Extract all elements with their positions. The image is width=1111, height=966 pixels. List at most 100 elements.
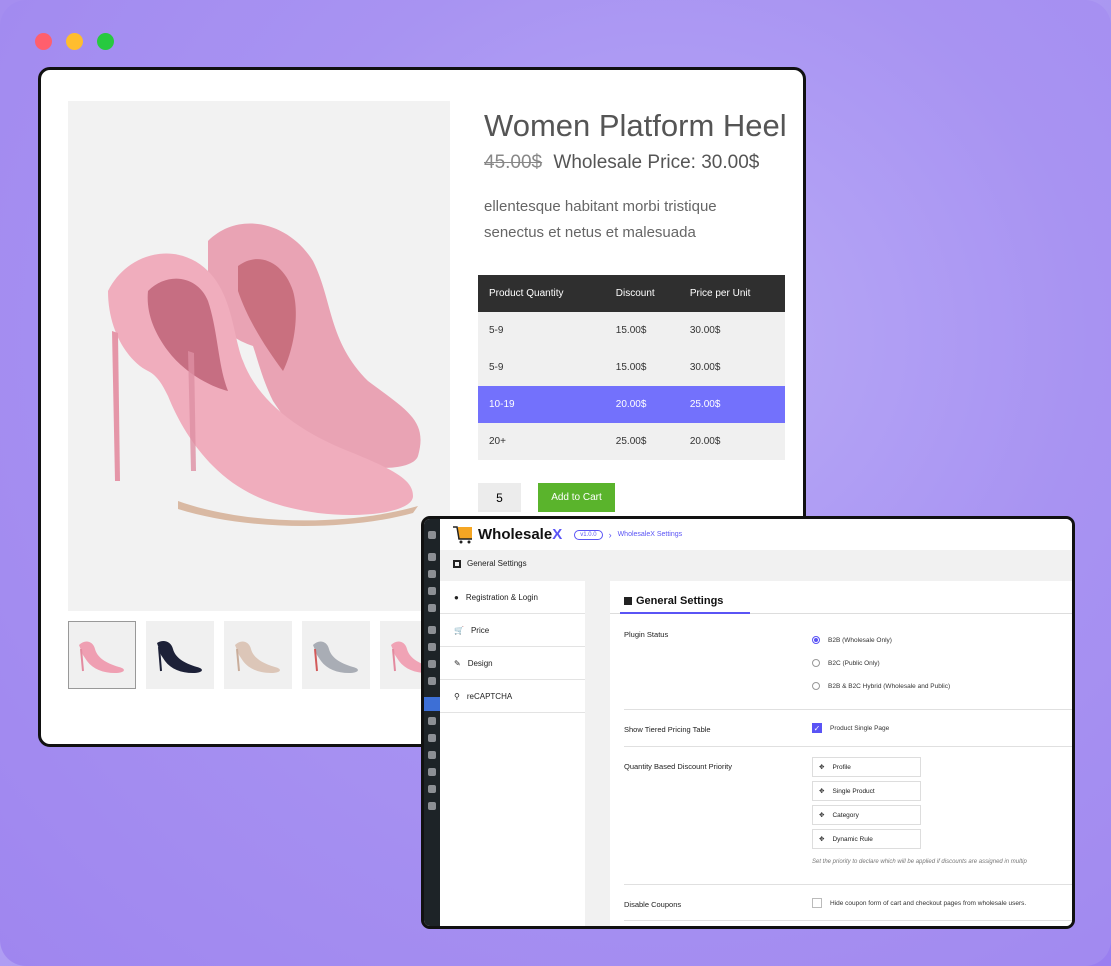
cart-icon: 🛒 [454, 625, 464, 635]
table-row: 5-9 15.00$ 30.00$ [478, 312, 785, 349]
divider [624, 920, 1072, 921]
checkbox-label: Product Single Page [830, 724, 890, 732]
appearance-icon[interactable] [428, 717, 436, 725]
thumbnail-beige-heel[interactable] [224, 621, 292, 689]
settings-grid-icon [453, 559, 461, 568]
thumbnail-strip [68, 621, 448, 689]
priority-label: Quantity Based Discount Priority [624, 762, 732, 771]
priority-item-label: Dynamic Rule [832, 835, 873, 843]
brand-name: WholesaleX [478, 526, 562, 543]
radio-b2c[interactable]: B2C (Public Only) [812, 659, 880, 667]
price-line: 45.00$ Wholesale Price: 30.00$ [484, 152, 759, 174]
product-description: ellentesque habitant morbi tristique sen… [484, 198, 717, 241]
checkbox-unchecked[interactable] [812, 898, 822, 908]
woo-icon[interactable] [428, 626, 436, 634]
product-main-image [68, 101, 450, 611]
product-title: Women Platform Heel [484, 108, 787, 143]
checkbox-label: Hide coupon form of cart and checkout pa… [830, 899, 1027, 907]
users-icon[interactable] [428, 751, 436, 759]
table-cell: 5-9 [478, 312, 605, 349]
table-cell: 5-9 [478, 349, 605, 386]
play-icon[interactable] [428, 802, 436, 810]
drag-handle-icon[interactable]: ✥ [819, 787, 824, 795]
window-close-dot[interactable] [35, 33, 52, 50]
dashboard-icon[interactable] [428, 531, 436, 539]
table-cell: 20.00$ [678, 423, 785, 460]
divider [624, 746, 1072, 747]
pin-icon[interactable] [428, 553, 436, 561]
window-maximize-dot[interactable] [97, 33, 114, 50]
table-row: 5-9 15.00$ 30.00$ [478, 349, 785, 386]
sidebar-item-price[interactable]: 🛒 Price [440, 614, 585, 647]
sidebar-item-recaptcha[interactable]: ⚲ reCAPTCHA [440, 680, 585, 713]
active-tab-indicator [620, 612, 750, 614]
thumbnail-pink-heel[interactable] [68, 621, 136, 689]
drag-handle-icon[interactable]: ✥ [819, 835, 824, 843]
sidebar-item-design[interactable]: ✎ Design [440, 647, 585, 680]
table-cell: 15.00$ [604, 349, 679, 386]
table-cell: 20.00$ [604, 386, 679, 423]
priority-item-label: Single Product [832, 787, 875, 795]
coupons-option[interactable]: Hide coupon form of cart and checkout pa… [812, 898, 1026, 908]
panel-title: General Settings [624, 595, 723, 607]
radio-b2b[interactable]: B2B (Wholesale Only) [812, 636, 892, 644]
radio-label: B2C (Public Only) [828, 659, 880, 667]
priority-item-single-product[interactable]: ✥ Single Product [812, 781, 921, 801]
panel-title-text: General Settings [636, 595, 724, 607]
table-row-highlighted: 10-19 20.00$ 25.00$ [478, 386, 785, 423]
brush-icon: ✎ [454, 658, 461, 668]
coupons-label: Disable Coupons [624, 900, 682, 909]
wholesale-price: Wholesale Price: 30.00$ [553, 152, 760, 173]
sidebar-item-label: Design [467, 658, 493, 668]
comments-icon[interactable] [428, 604, 436, 612]
page-title: General Settings [467, 559, 527, 568]
user-icon: ● [454, 592, 459, 602]
drag-handle-icon[interactable]: ✥ [819, 763, 824, 771]
quantity-input[interactable]: 5 [478, 483, 521, 512]
priority-item-label: Category [832, 811, 859, 819]
window-minimize-dot[interactable] [66, 33, 83, 50]
table-header: Price per Unit [678, 275, 785, 312]
media-icon[interactable] [428, 570, 436, 578]
analytics-icon[interactable] [428, 660, 436, 668]
wholesalex-menu-icon[interactable] [424, 697, 440, 711]
priority-item-dynamic-rule[interactable]: ✥ Dynamic Rule [812, 829, 921, 849]
priority-item-profile[interactable]: ✥ Profile [812, 757, 921, 777]
checkbox-checked[interactable]: ✓ [812, 723, 822, 733]
divider [624, 709, 1072, 710]
tiered-table-label: Show Tiered Pricing Table [624, 725, 711, 734]
table-cell: 25.00$ [604, 423, 679, 460]
plugin-status-label: Plugin Status [624, 630, 669, 639]
radio-button[interactable] [812, 659, 820, 667]
sidebar-item-registration[interactable]: ● Registration & Login [440, 581, 585, 614]
sidebar-item-label: Registration & Login [465, 592, 538, 602]
key-icon: ⚲ [454, 691, 460, 701]
wp-admin-sidebar [424, 519, 440, 926]
products-icon[interactable] [428, 643, 436, 651]
radio-button[interactable] [812, 682, 820, 690]
radio-label: B2B (Wholesale Only) [828, 636, 892, 644]
grid-icon [624, 597, 632, 605]
priority-item-category[interactable]: ✥ Category [812, 805, 921, 825]
settings-panel: General Settings Plugin Status B2B (Whol… [610, 581, 1072, 926]
tiered-table-option[interactable]: ✓ Product Single Page [812, 723, 889, 733]
add-to-cart-button[interactable]: Add to Cart [538, 483, 615, 512]
breadcrumb[interactable]: WholesaleX Settings [618, 531, 683, 538]
marketing-icon[interactable] [428, 677, 436, 685]
settings-sidebar: ● Registration & Login 🛒 Price ✎ Design … [440, 581, 585, 926]
tools-icon[interactable] [428, 768, 436, 776]
wholesalex-logo-icon [453, 525, 472, 543]
table-header: Product Quantity [478, 275, 605, 312]
breadcrumb-separator-icon: › [608, 529, 612, 540]
thumbnail-silver-heel[interactable] [302, 621, 370, 689]
radio-hybrid[interactable]: B2B & B2C Hybrid (Wholesale and Public) [812, 682, 950, 690]
table-cell: 25.00$ [678, 386, 785, 423]
thumbnail-black-heel[interactable] [146, 621, 214, 689]
page-heading: General Settings [453, 559, 527, 568]
plugins-icon[interactable] [428, 734, 436, 742]
settings-icon[interactable] [428, 785, 436, 793]
pages-icon[interactable] [428, 587, 436, 595]
radio-button[interactable] [812, 636, 820, 644]
table-header: Discount [604, 275, 679, 312]
drag-handle-icon[interactable]: ✥ [819, 811, 824, 819]
